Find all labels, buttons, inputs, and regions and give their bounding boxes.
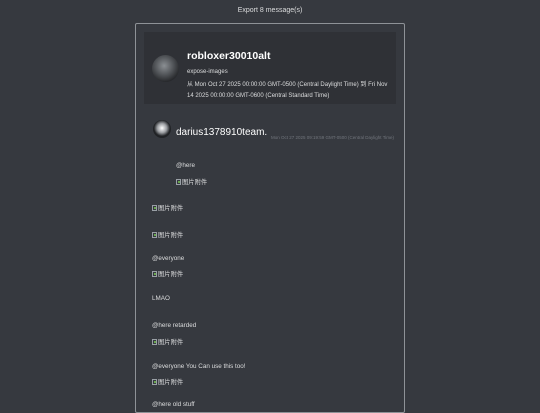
channel-header: robloxer30010alt expose-images 从 Mon Oct… (144, 32, 396, 104)
export-title: Export 8 message(s) (237, 7, 303, 14)
message-line: LMAO (152, 295, 170, 302)
export-panel: robloxer30010alt expose-images 从 Mon Oct… (135, 23, 405, 413)
image-attachment[interactable]: 图片附件 (152, 269, 183, 278)
channel-avatar (152, 55, 179, 82)
image-alt-text: 图片附件 (158, 271, 184, 278)
channel-name: robloxer30010alt (187, 50, 271, 62)
message-line: @everyone You Can use this too! (152, 363, 246, 370)
image-attachment[interactable]: 图片附件 (152, 203, 183, 212)
message-line: @here retarded (152, 322, 197, 329)
channel-subtitle: expose-images (187, 69, 228, 75)
image-alt-text: 图片附件 (158, 379, 184, 386)
message-line: @everyone (152, 255, 185, 262)
image-alt-text: 图片附件 (158, 339, 184, 346)
broken-image-icon (176, 178, 181, 185)
broken-image-icon (152, 378, 157, 385)
image-alt-text: 图片附件 (158, 232, 184, 239)
broken-image-icon (152, 338, 157, 345)
message-timestamp: Mon Oct 27 2025 09:19:59 GMT-0500 (Centr… (271, 135, 395, 140)
broken-image-icon (152, 204, 157, 211)
author-avatar (153, 120, 171, 138)
broken-image-icon (152, 270, 157, 277)
image-alt-text: 图片附件 (182, 179, 208, 186)
image-attachment[interactable]: 图片附件 (152, 377, 183, 386)
date-range: 从 Mon Oct 27 2025 00:00:00 GMT-0500 (Cen… (187, 82, 388, 99)
image-attachment[interactable]: 图片附件 (152, 337, 183, 346)
image-attachment[interactable]: 图片附件 (152, 230, 183, 239)
message-line: @here (176, 162, 195, 169)
broken-image-icon (152, 231, 157, 238)
image-attachment[interactable]: 图片附件 (176, 177, 207, 186)
image-alt-text: 图片附件 (158, 205, 184, 212)
